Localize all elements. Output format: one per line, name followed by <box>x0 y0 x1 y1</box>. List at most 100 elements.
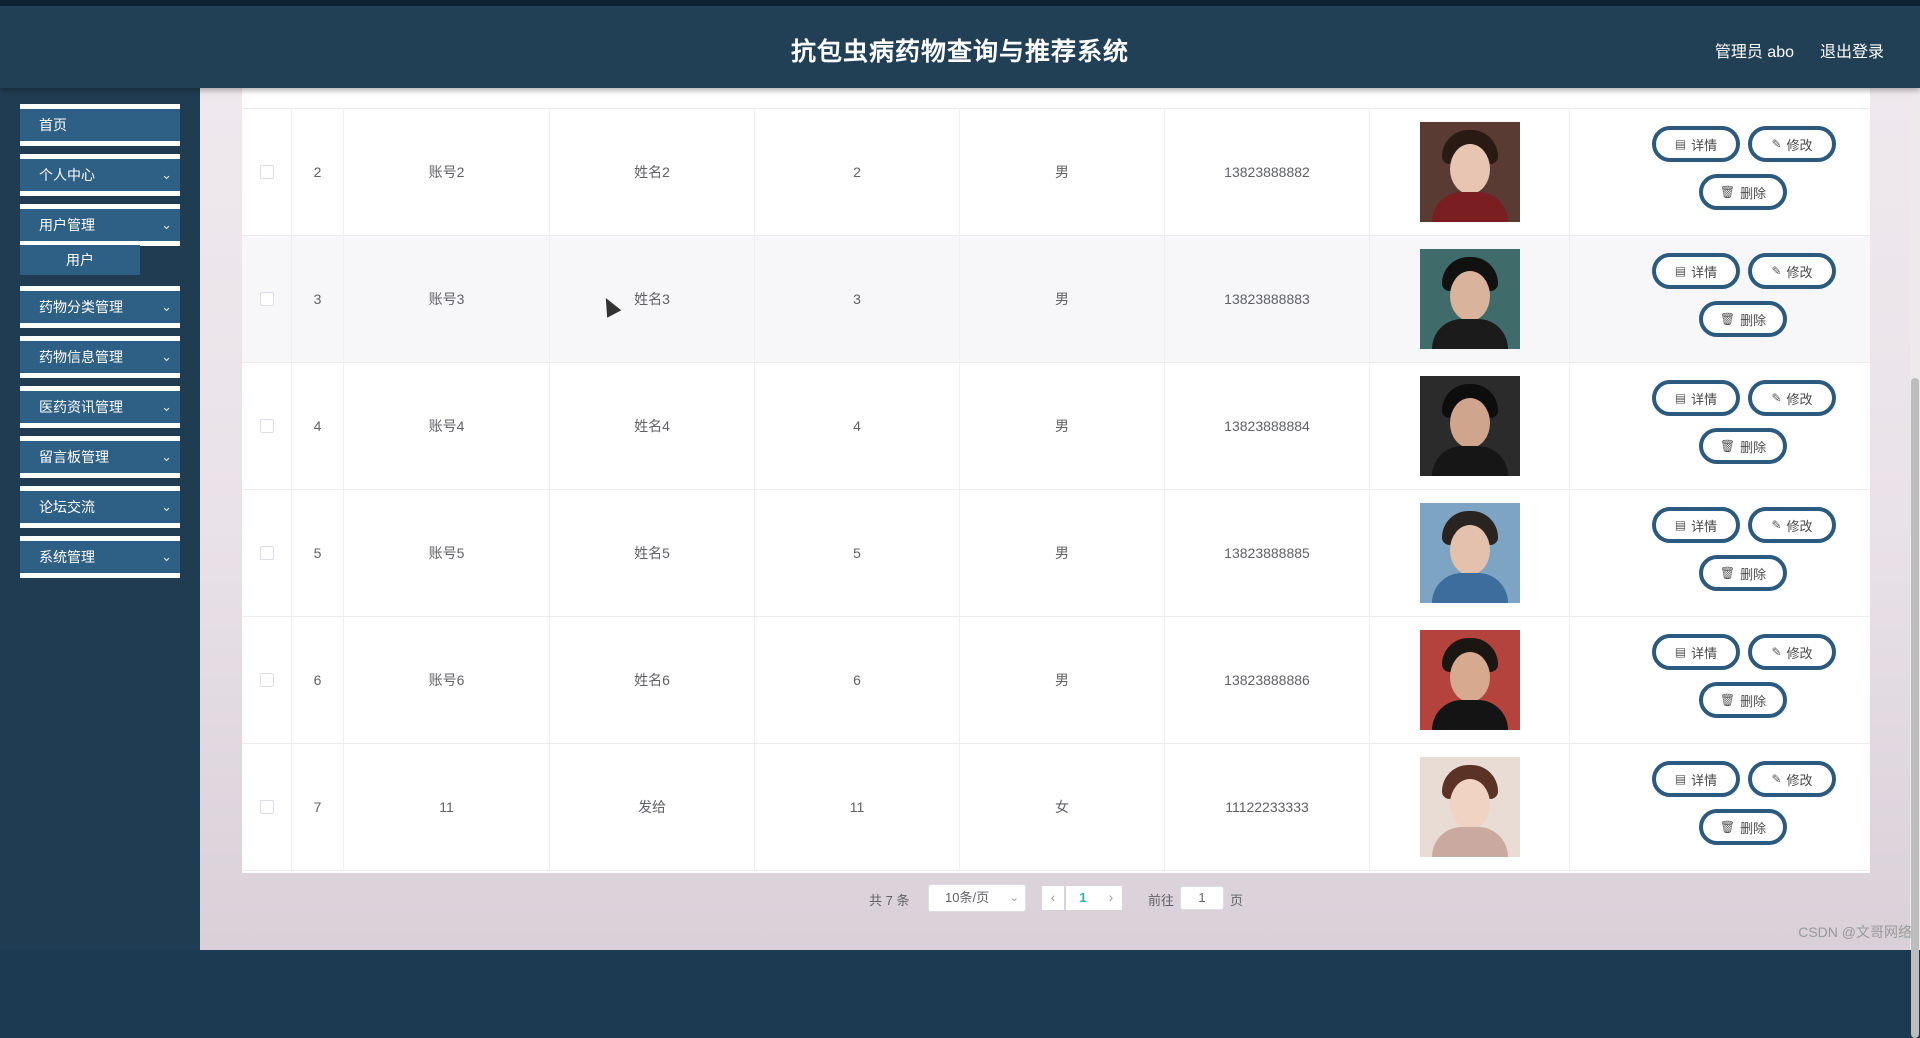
watermark: CSDN @文哥网络 <box>1798 922 1912 942</box>
goto-label: 前往 <box>1148 890 1174 909</box>
sidebar-item-label: 论坛交流 <box>39 499 95 515</box>
index-cell: 5 <box>292 490 344 616</box>
phone-cell: 13823888884 <box>1165 363 1370 489</box>
name-cell: 姓名3 <box>550 236 755 362</box>
name-cell: 发给 <box>550 744 755 870</box>
chevron-down-icon: ⌄ <box>161 391 172 423</box>
sidebar-item-personal-center[interactable]: 个人中心 ⌄ <box>20 154 180 196</box>
pencil-icon: ✎ <box>1771 772 1781 786</box>
name-cell: 姓名5 <box>550 490 755 616</box>
age-cell: 4 <box>755 363 960 489</box>
row-checkbox[interactable] <box>260 673 274 687</box>
page-suffix-label: 页 <box>1230 890 1243 909</box>
detail-button[interactable]: ▤详情 <box>1652 507 1740 543</box>
next-page-button[interactable]: › <box>1100 886 1122 910</box>
edit-button[interactable]: ✎修改 <box>1748 253 1836 289</box>
avatar <box>1420 122 1520 222</box>
row-checkbox[interactable] <box>260 546 274 560</box>
document-icon: ▤ <box>1675 391 1686 405</box>
edit-button[interactable]: ✎修改 <box>1748 634 1836 670</box>
trash-icon: 🗑 <box>1720 312 1735 326</box>
gender-cell: 男 <box>960 490 1165 616</box>
document-icon: ▤ <box>1675 264 1686 278</box>
total-count: 共 7 条 <box>869 890 909 909</box>
chevron-down-icon: ⌄ <box>161 159 172 191</box>
trash-icon: 🗑 <box>1720 185 1735 199</box>
row-checkbox[interactable] <box>260 292 274 306</box>
avatar <box>1420 630 1520 730</box>
scrollbar[interactable] <box>1910 88 1920 950</box>
sidebar-item-forum[interactable]: 论坛交流 ⌄ <box>20 486 180 528</box>
pencil-icon: ✎ <box>1771 645 1781 659</box>
row-checkbox[interactable] <box>260 165 274 179</box>
goto-page-input[interactable]: 1 <box>1180 886 1224 910</box>
table-row: 2 账号2 姓名2 2 男 13823888882 ▤详情 ✎修改 🗑删除 <box>242 109 1870 236</box>
gender-cell: 男 <box>960 236 1165 362</box>
delete-button[interactable]: 🗑删除 <box>1699 174 1787 210</box>
detail-button[interactable]: ▤详情 <box>1652 634 1740 670</box>
index-cell: 7 <box>292 744 344 870</box>
detail-button[interactable]: ▤详情 <box>1652 126 1740 162</box>
age-cell: 2 <box>755 109 960 235</box>
chevron-down-icon: ⌄ <box>161 491 172 523</box>
edit-button[interactable]: ✎修改 <box>1748 507 1836 543</box>
gender-cell: 男 <box>960 617 1165 743</box>
top-header: 抗包虫病药物查询与推荐系统 管理员 abo 退出登录 <box>0 0 1920 88</box>
avatar <box>1420 376 1520 476</box>
age-cell: 6 <box>755 617 960 743</box>
edit-button[interactable]: ✎修改 <box>1748 126 1836 162</box>
chevron-down-icon: ⌄ <box>161 209 172 241</box>
edit-button[interactable]: ✎修改 <box>1748 761 1836 797</box>
pencil-icon: ✎ <box>1771 518 1781 532</box>
scrollbar-thumb[interactable] <box>1911 378 1919 1038</box>
delete-button[interactable]: 🗑删除 <box>1699 301 1787 337</box>
user-table: 2 账号2 姓名2 2 男 13823888882 ▤详情 ✎修改 🗑删除 3 … <box>242 88 1870 873</box>
delete-button[interactable]: 🗑删除 <box>1699 682 1787 718</box>
pencil-icon: ✎ <box>1771 264 1781 278</box>
phone-cell: 13823888886 <box>1165 617 1370 743</box>
delete-button[interactable]: 🗑删除 <box>1699 428 1787 464</box>
index-cell: 6 <box>292 617 344 743</box>
sidebar-item-system[interactable]: 系统管理 ⌄ <box>20 536 180 578</box>
detail-button[interactable]: ▤详情 <box>1652 380 1740 416</box>
sidebar-item-home[interactable]: 首页 <box>20 104 180 146</box>
sidebar-item-medical-news[interactable]: 医药资讯管理 ⌄ <box>20 386 180 428</box>
gender-cell: 女 <box>960 744 1165 870</box>
account-cell: 账号2 <box>344 109 550 235</box>
trash-icon: 🗑 <box>1720 439 1735 453</box>
delete-button[interactable]: 🗑删除 <box>1699 809 1787 845</box>
age-cell: 11 <box>755 744 960 870</box>
row-checkbox[interactable] <box>260 419 274 433</box>
pencil-icon: ✎ <box>1771 391 1781 405</box>
trash-icon: 🗑 <box>1720 566 1735 580</box>
document-icon: ▤ <box>1675 772 1686 786</box>
pencil-icon: ✎ <box>1771 137 1781 151</box>
age-cell: 5 <box>755 490 960 616</box>
trash-icon: 🗑 <box>1720 820 1735 834</box>
prev-page-button[interactable]: ‹ <box>1042 886 1064 910</box>
name-cell: 姓名4 <box>550 363 755 489</box>
phone-cell: 13823888885 <box>1165 490 1370 616</box>
sidebar-item-drug-category[interactable]: 药物分类管理 ⌄ <box>20 286 180 328</box>
sidebar-subitem-user[interactable]: 用户 <box>20 245 140 275</box>
phone-cell: 13823888883 <box>1165 236 1370 362</box>
sidebar-item-user-management[interactable]: 用户管理 ⌄ <box>20 204 180 246</box>
sidebar-item-label: 用户管理 <box>39 217 95 233</box>
page-size-select[interactable]: 10条/页 ⌄ <box>928 884 1026 912</box>
sidebar-item-drug-info[interactable]: 药物信息管理 ⌄ <box>20 336 180 378</box>
account-cell: 账号5 <box>344 490 550 616</box>
table-row: 7 11 发给 11 女 11122233333 ▤详情 ✎修改 🗑删除 <box>242 744 1870 871</box>
logout-link[interactable]: 退出登录 <box>1820 38 1884 62</box>
page-number-1[interactable]: 1 <box>1066 886 1100 910</box>
phone-cell: 13823888882 <box>1165 109 1370 235</box>
current-user-label: 管理员 abo <box>1715 38 1794 62</box>
gender-cell: 男 <box>960 109 1165 235</box>
account-cell: 账号4 <box>344 363 550 489</box>
chevron-down-icon: ⌄ <box>161 341 172 373</box>
detail-button[interactable]: ▤详情 <box>1652 761 1740 797</box>
row-checkbox[interactable] <box>260 800 274 814</box>
edit-button[interactable]: ✎修改 <box>1748 380 1836 416</box>
sidebar-item-message-board[interactable]: 留言板管理 ⌄ <box>20 436 180 478</box>
detail-button[interactable]: ▤详情 <box>1652 253 1740 289</box>
delete-button[interactable]: 🗑删除 <box>1699 555 1787 591</box>
